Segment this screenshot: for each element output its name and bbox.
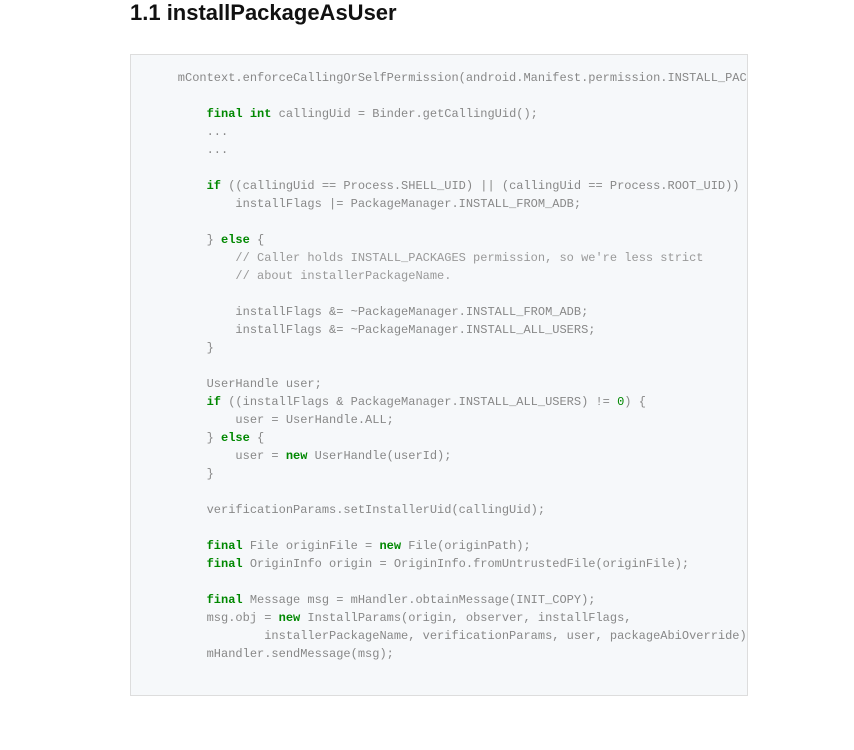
footer-text [130, 714, 748, 726]
code-block[interactable]: mContext.enforceCallingOrSelfPermission(… [130, 54, 748, 696]
section-heading: 1.1 installPackageAsUser [130, 0, 748, 26]
code-content: mContext.enforceCallingOrSelfPermission(… [131, 55, 747, 695]
